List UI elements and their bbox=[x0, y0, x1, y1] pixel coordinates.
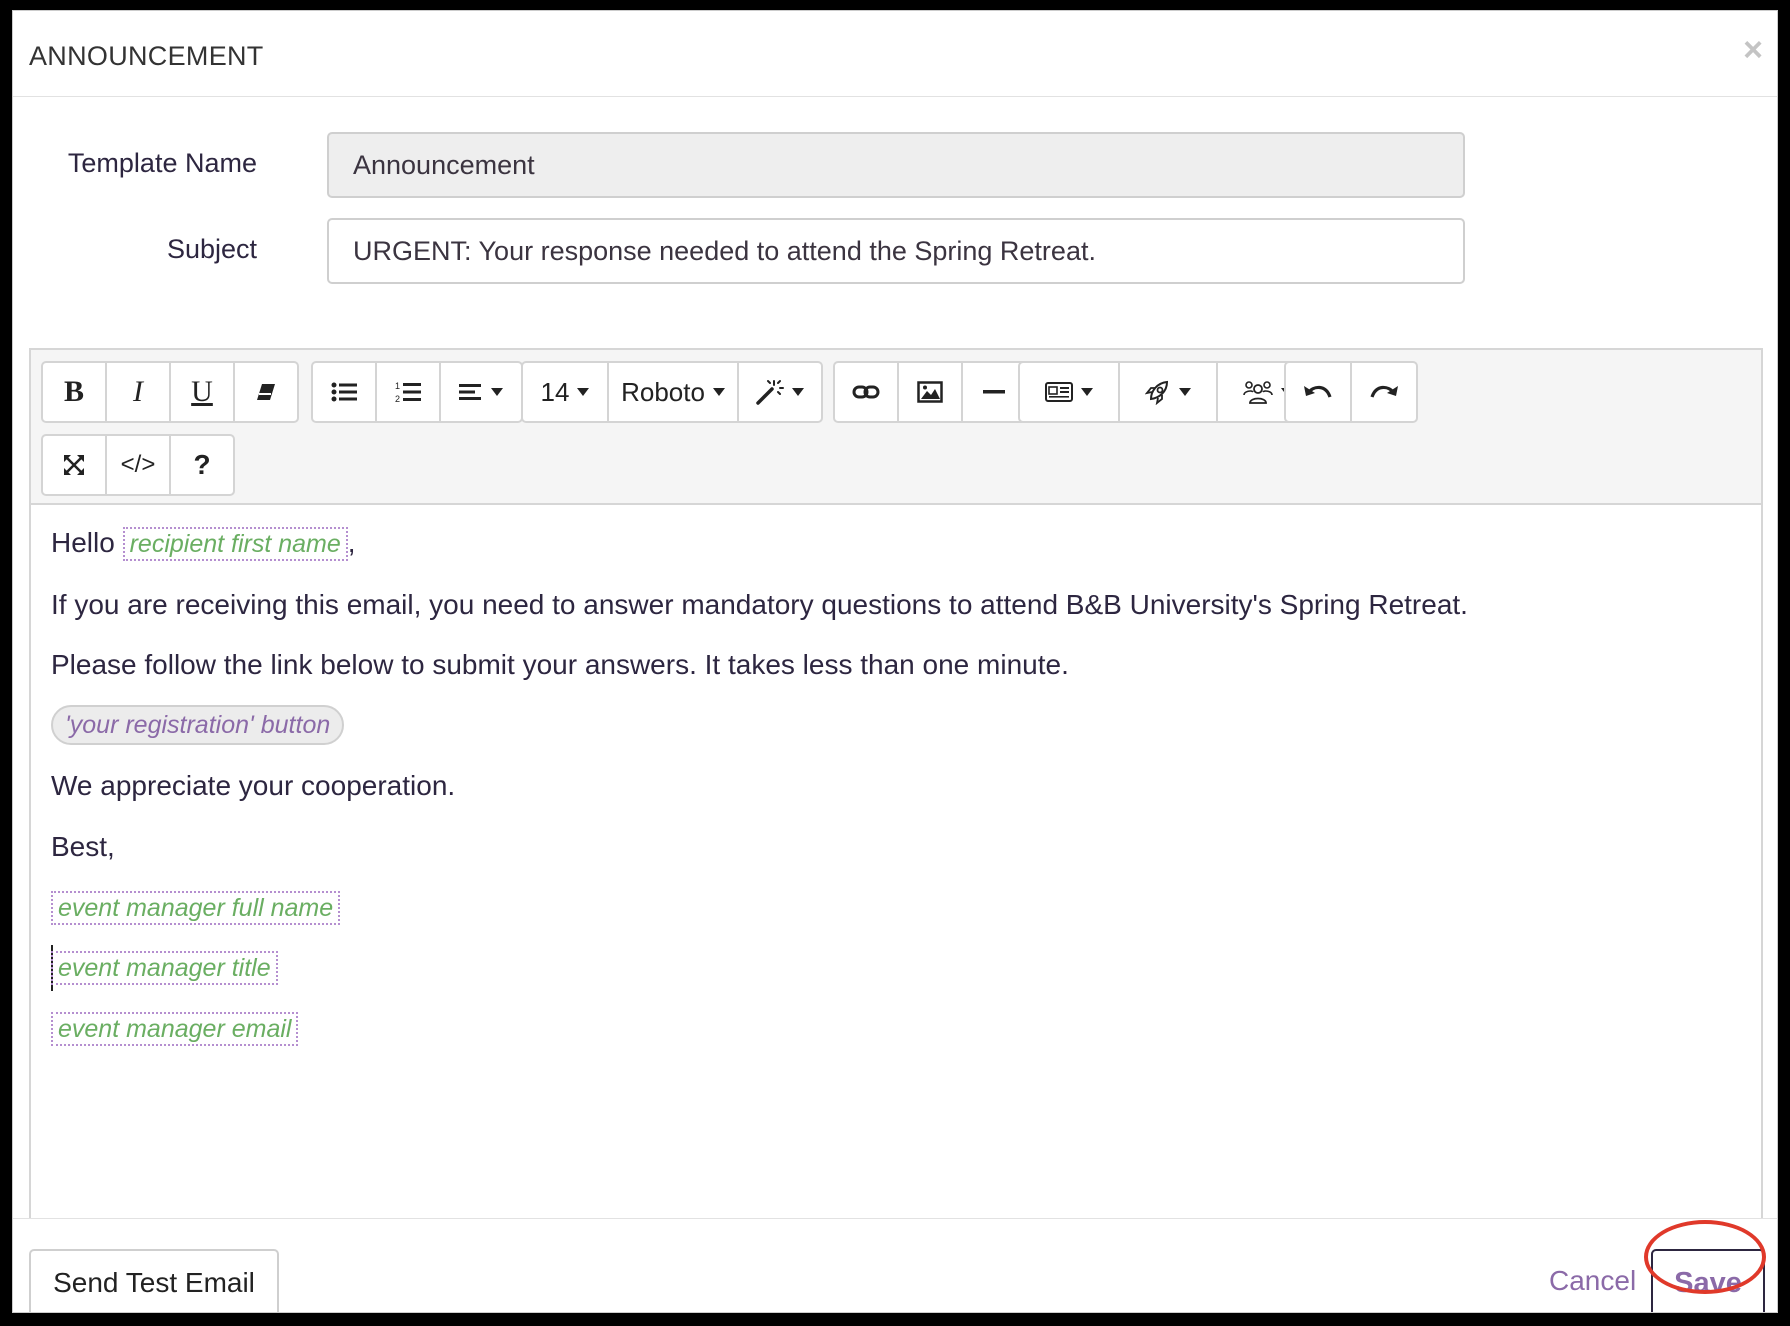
ordered-list-button[interactable]: 1 2 bbox=[375, 361, 441, 423]
align-icon bbox=[459, 384, 481, 400]
italic-icon: I bbox=[133, 375, 143, 408]
svg-text:2: 2 bbox=[395, 394, 400, 404]
event-manager-name-token[interactable]: event manager full name bbox=[51, 891, 341, 925]
fullscreen-icon bbox=[64, 455, 84, 475]
insert-image-button[interactable] bbox=[897, 361, 963, 423]
registration-button-token[interactable]: 'your registration' button bbox=[51, 705, 345, 745]
unordered-list-button[interactable] bbox=[311, 361, 377, 423]
editor-toolbar: B I U 1 2 14 Roboto </> ? bbox=[31, 350, 1761, 505]
italic-button[interactable]: I bbox=[105, 361, 171, 423]
manager-title-line: event manager title bbox=[51, 951, 278, 985]
send-test-email-button[interactable]: Send Test Email bbox=[29, 1249, 279, 1312]
undo-button[interactable] bbox=[1284, 361, 1352, 423]
modal-footer: Send Test Email Cancel Save bbox=[13, 1218, 1777, 1312]
modal-title: ANNOUNCEMENT bbox=[29, 41, 264, 71]
close-icon[interactable]: × bbox=[1743, 33, 1763, 67]
font-size-value: 14 bbox=[540, 376, 570, 407]
registration-button-line: 'your registration' button bbox=[51, 705, 345, 745]
contact-card-icon bbox=[1045, 382, 1073, 402]
event-manager-title-token[interactable]: event manager title bbox=[51, 951, 278, 985]
redo-button[interactable] bbox=[1350, 361, 1418, 423]
clear-format-button[interactable] bbox=[233, 361, 299, 423]
modal-header: ANNOUNCEMENT × bbox=[13, 11, 1777, 97]
chevron-down-icon bbox=[712, 388, 725, 396]
merge-field-group bbox=[1018, 361, 1320, 423]
signoff-line: Best, bbox=[51, 831, 115, 862]
chevron-down-icon bbox=[1081, 388, 1093, 396]
chevron-down-icon bbox=[491, 388, 503, 396]
history-group bbox=[1284, 361, 1418, 423]
paragraph-group: 1 2 bbox=[311, 361, 523, 423]
help-icon: ? bbox=[193, 449, 211, 480]
horizontal-rule-icon bbox=[983, 390, 1005, 394]
manager-email-line: event manager email bbox=[51, 1012, 299, 1046]
font-group: 14 Roboto bbox=[521, 361, 823, 423]
redo-icon bbox=[1370, 385, 1398, 398]
subject-input[interactable] bbox=[327, 218, 1465, 284]
chevron-down-icon bbox=[792, 388, 804, 396]
eraser-icon bbox=[257, 384, 275, 400]
bold-button[interactable]: B bbox=[41, 361, 107, 423]
announcement-modal: ANNOUNCEMENT × Template Name Subject B I… bbox=[12, 10, 1778, 1313]
chevron-down-icon bbox=[577, 388, 590, 396]
subject-row: Subject bbox=[13, 218, 1777, 284]
insert-group bbox=[833, 361, 1027, 423]
svg-text:1: 1 bbox=[395, 381, 400, 391]
bold-icon: B bbox=[63, 375, 84, 408]
font-size-dropdown[interactable]: 14 bbox=[521, 361, 609, 423]
greeting-text: Hello bbox=[51, 527, 115, 558]
greeting-comma: , bbox=[347, 527, 356, 558]
recipient-first-name-token[interactable]: recipient first name bbox=[122, 527, 348, 561]
save-button[interactable]: Save bbox=[1651, 1249, 1765, 1312]
body-line-3: We appreciate your cooperation. bbox=[51, 770, 456, 801]
chevron-down-icon bbox=[1179, 388, 1191, 396]
event-fields-dropdown[interactable] bbox=[1118, 361, 1218, 423]
insert-link-button[interactable] bbox=[833, 361, 899, 423]
cancel-button[interactable]: Cancel bbox=[1549, 1265, 1636, 1297]
underline-icon: U bbox=[191, 375, 213, 408]
magic-wand-icon bbox=[756, 380, 784, 405]
greeting-line: Hello recipient first name, bbox=[51, 527, 356, 561]
template-name-label: Template Name bbox=[67, 148, 257, 178]
manager-name-line: event manager full name bbox=[51, 891, 341, 925]
people-icon bbox=[1243, 381, 1273, 404]
code-view-button[interactable]: </> bbox=[105, 434, 171, 496]
template-name-input[interactable] bbox=[327, 132, 1465, 198]
magic-dropdown[interactable] bbox=[737, 361, 823, 423]
rocket-icon bbox=[1145, 380, 1169, 405]
subject-label: Subject bbox=[166, 234, 257, 264]
body-line-2: Please follow the link below to submit y… bbox=[51, 649, 1069, 680]
underline-button[interactable]: U bbox=[169, 361, 235, 423]
align-dropdown[interactable] bbox=[439, 361, 523, 423]
event-manager-email-token[interactable]: event manager email bbox=[51, 1012, 299, 1046]
fullscreen-button[interactable] bbox=[41, 434, 107, 496]
code-view-icon: </> bbox=[120, 451, 156, 478]
image-icon bbox=[917, 381, 943, 403]
contact-fields-dropdown[interactable] bbox=[1018, 361, 1120, 423]
font-style-group: B I U bbox=[41, 361, 299, 423]
link-icon bbox=[852, 385, 880, 399]
font-family-value: Roboto bbox=[621, 376, 705, 407]
editor-content[interactable]: Hello recipient first name, If you are r… bbox=[31, 505, 1761, 1220]
body-line-1: If you are receiving this email, you nee… bbox=[51, 589, 1468, 620]
view-group: </> ? bbox=[41, 434, 235, 496]
email-body-editor: B I U 1 2 14 Roboto </> ? Hello recipien… bbox=[29, 348, 1763, 1218]
font-family-dropdown[interactable]: Roboto bbox=[607, 361, 739, 423]
unordered-list-icon bbox=[331, 382, 357, 402]
ordered-list-icon: 1 2 bbox=[395, 381, 421, 404]
template-name-row: Template Name bbox=[13, 132, 1777, 198]
undo-icon bbox=[1304, 385, 1332, 398]
help-button[interactable]: ? bbox=[169, 434, 235, 496]
